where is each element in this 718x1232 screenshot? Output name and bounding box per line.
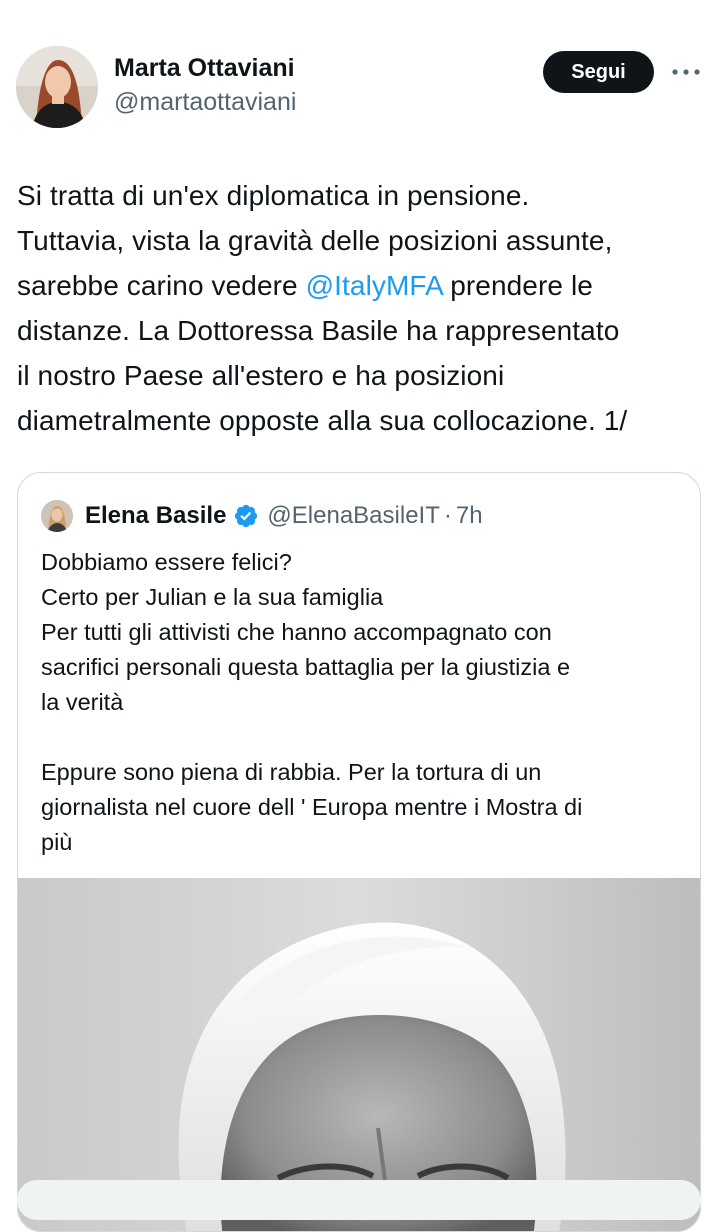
post-text-line: il nostro Paese all'estero e ha posizion… <box>17 360 505 391</box>
quoted-post-time[interactable]: 7h <box>456 502 483 530</box>
quoted-text-line: Certo per Julian e la sua famiglia <box>41 584 384 610</box>
post-header: Marta Ottaviani @martaottaviani Segui <box>0 0 718 150</box>
quoted-post-image[interactable] <box>18 878 700 1231</box>
post-text-line: Tuttavia, vista la gravità delle posizio… <box>17 225 613 256</box>
quoted-post-text: Dobbiamo essere felici? Certo per Julian… <box>41 545 691 860</box>
quoted-text-line: Eppure sono piena di rabbia. Per la tort… <box>41 759 542 785</box>
post-text-line: Si tratta di un'ex diplomatica in pensio… <box>17 180 530 211</box>
post-text-fragment: prendere le <box>442 270 593 301</box>
quoted-text-line: Dobbiamo essere felici? <box>41 549 292 575</box>
post-text: Si tratta di un'ex diplomatica in pensio… <box>17 173 707 443</box>
quoted-author-avatar[interactable] <box>41 500 73 532</box>
quoted-text-line: giornalista nel cuore dell ' Europa ment… <box>41 794 583 820</box>
follow-button[interactable]: Segui <box>543 51 654 93</box>
quoted-post-header: Elena Basile @ElenaBasileIT · 7h <box>41 498 483 534</box>
more-options-button[interactable] <box>668 60 704 84</box>
mention-link[interactable]: @ItalyMFA <box>306 270 443 301</box>
post-text-line: sarebbe carino vedere @ItalyMFA prendere… <box>17 263 707 308</box>
quoted-text-line: Per tutti gli attivisti che hanno accomp… <box>41 619 552 645</box>
verified-badge-icon <box>233 503 259 529</box>
quoted-author-handle[interactable]: @ElenaBasileIT <box>267 502 439 530</box>
post-text-line: diametralmente opposte alla sua collocaz… <box>17 405 628 436</box>
post-text-fragment: sarebbe carino vedere <box>17 270 306 301</box>
quoted-text-line: più <box>41 829 73 855</box>
quoted-author-name[interactable]: Elena Basile <box>85 502 226 530</box>
author-name[interactable]: Marta Ottaviani <box>114 54 295 83</box>
quoted-text-line: la verità <box>41 689 124 715</box>
quoted-text-line <box>41 720 691 755</box>
reply-bar[interactable] <box>17 1180 701 1220</box>
author-avatar[interactable] <box>16 46 98 128</box>
separator-dot: · <box>443 502 452 529</box>
quoted-text-line: sacrifici personali questa battaglia per… <box>41 654 571 680</box>
post-text-line: distanze. La Dottoressa Basile ha rappre… <box>17 315 620 346</box>
quoted-post-card[interactable]: Elena Basile @ElenaBasileIT · 7h Dobbiam… <box>17 472 701 1232</box>
more-horizontal-icon <box>672 69 700 75</box>
author-handle[interactable]: @martaottaviani <box>114 88 296 117</box>
